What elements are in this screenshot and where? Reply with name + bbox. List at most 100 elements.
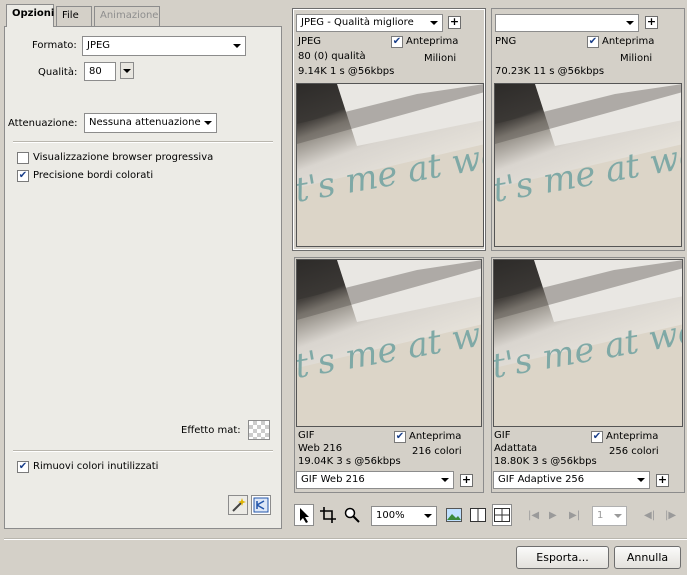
optimize-wizard-button[interactable] — [228, 495, 248, 515]
colors-text: 256 colori — [609, 446, 659, 457]
preview-pane-jpeg[interactable]: JPEG - Qualità migliore + JPEG ✔ Antepri… — [292, 8, 486, 251]
zoom-value: 100% — [376, 510, 405, 521]
chevron-down-icon — [614, 514, 622, 518]
colors-text: Milioni — [620, 53, 653, 64]
two-up-view-button[interactable] — [468, 504, 488, 526]
smoothing-value: Nessuna attenuazione — [89, 117, 201, 128]
pointer-icon — [300, 508, 309, 523]
chevron-down-icon — [123, 69, 131, 73]
previous-frame-icon[interactable]: ◀| — [644, 510, 655, 521]
divider — [13, 141, 273, 143]
preset-value: GIF Web 216 — [301, 474, 365, 485]
divider — [13, 450, 273, 452]
crop-tool[interactable] — [318, 504, 338, 526]
tab-file[interactable]: File — [56, 6, 92, 26]
format-text: PNG — [495, 36, 517, 47]
sharpen-edges-checkbox[interactable]: ✔ — [17, 170, 29, 182]
pointer-tool[interactable] — [294, 504, 314, 526]
preset-select[interactable] — [495, 14, 639, 32]
preview-label: Anteprima — [409, 431, 462, 442]
format-label: Formato: — [32, 40, 77, 51]
preset-value: JPEG - Qualità migliore — [301, 17, 414, 28]
preset-select[interactable]: GIF Web 216 — [296, 471, 454, 489]
optimize-size-icon — [253, 497, 269, 513]
preview-area: JPEG - Qualità migliore + JPEG ✔ Antepri… — [290, 6, 687, 498]
matte-label: Effetto mat: — [181, 425, 241, 436]
cancel-button[interactable]: Annulla — [614, 546, 681, 569]
size-time-text: 19.04K 3 s @56kbps — [298, 456, 401, 467]
quality-value: 80 — [89, 66, 102, 77]
chevron-down-icon — [233, 44, 241, 48]
preview-checkbox[interactable]: ✔ — [587, 36, 599, 48]
preview-image[interactable]: t's me at work — [296, 83, 484, 247]
preview-image[interactable]: t's me at work — [493, 259, 683, 427]
tab-animazione[interactable]: Animazione — [94, 6, 160, 26]
frame-select[interactable]: 1 — [592, 506, 627, 526]
first-frame-icon[interactable]: |◀ — [528, 510, 539, 521]
preview-label: Anteprima — [406, 36, 459, 47]
chevron-down-icon — [424, 514, 432, 518]
preview-checkbox[interactable]: ✔ — [394, 431, 406, 443]
chevron-down-icon — [441, 478, 449, 482]
size-time-text: 70.23K 11 s @56kbps — [495, 66, 605, 77]
format-text: GIF — [298, 430, 315, 441]
add-preset-button[interactable]: + — [645, 16, 658, 29]
format-value: JPEG — [87, 40, 111, 51]
progressive-checkbox[interactable] — [17, 152, 29, 164]
preview-pane-png[interactable]: + PNG ✔ Anteprima Milioni 70.23K 11 s @5… — [491, 8, 685, 251]
quality-input[interactable]: 80 — [84, 62, 116, 81]
two-up-icon — [470, 508, 486, 522]
crop-icon — [320, 507, 336, 523]
export-button[interactable]: Esporta... — [516, 546, 609, 569]
preview-pane-gif-web[interactable]: t's me at work GIF ✔ Anteprima Web 216 2… — [294, 257, 484, 493]
magnifier-icon — [344, 507, 360, 523]
preview-image[interactable]: t's me at work — [494, 83, 682, 247]
chevron-down-icon — [637, 478, 645, 482]
preview-checkbox[interactable]: ✔ — [591, 431, 603, 443]
quality-label: Qualità: — [38, 67, 78, 78]
original-view-button[interactable] — [444, 504, 464, 526]
optimize-size-button[interactable] — [251, 495, 271, 515]
format-select[interactable]: JPEG — [82, 36, 246, 56]
frame-value: 1 — [597, 510, 604, 521]
magic-wand-icon — [232, 498, 246, 512]
add-preset-button[interactable]: + — [460, 474, 473, 487]
next-frame-icon[interactable]: |▶ — [665, 510, 676, 521]
zoom-select[interactable]: 100% — [371, 506, 437, 526]
preset-value: GIF Adaptive 256 — [498, 474, 585, 485]
add-preset-button[interactable]: + — [656, 474, 669, 487]
size-time-text: 9.14K 1 s @56kbps — [298, 66, 395, 77]
preview-checkbox[interactable]: ✔ — [391, 36, 403, 48]
preview-label: Anteprima — [606, 431, 659, 442]
preset-select[interactable]: JPEG - Qualità migliore — [296, 14, 443, 32]
quality-dropdown-button[interactable] — [120, 62, 134, 79]
sharpen-edges-label: Precisione bordi colorati — [33, 170, 154, 181]
four-up-view-button[interactable] — [492, 504, 512, 526]
format-text: JPEG — [298, 36, 322, 47]
play-icon[interactable]: ▶ — [549, 510, 557, 521]
detail-text: 80 (0) qualità — [298, 51, 366, 62]
preset-select[interactable]: GIF Adaptive 256 — [493, 471, 650, 489]
preview-label: Anteprima — [602, 36, 655, 47]
format-text: GIF — [494, 430, 511, 441]
smoothing-select[interactable]: Nessuna attenuazione — [84, 113, 217, 133]
remove-unused-checkbox[interactable]: ✔ — [17, 461, 29, 473]
last-frame-icon[interactable]: ▶| — [569, 510, 580, 521]
image-icon — [446, 508, 462, 522]
chevron-down-icon — [626, 21, 634, 25]
size-time-text: 18.80K 3 s @56kbps — [494, 456, 597, 467]
chevron-down-icon — [204, 121, 212, 125]
zoom-tool[interactable] — [342, 504, 362, 526]
colors-text: 216 colori — [412, 446, 462, 457]
matte-swatch[interactable] — [248, 420, 270, 440]
detail-text: Web 216 — [298, 443, 343, 454]
four-up-icon — [494, 508, 510, 522]
preview-image[interactable]: t's me at work — [296, 259, 482, 427]
preview-pane-gif-adaptive[interactable]: t's me at work GIF ✔ Anteprima Adattata … — [491, 257, 685, 493]
divider — [4, 538, 687, 540]
detail-text: Adattata — [494, 443, 538, 454]
tab-opzioni[interactable]: Opzioni — [6, 4, 54, 27]
chevron-down-icon — [430, 21, 438, 25]
smoothing-label: Attenuazione: — [8, 118, 78, 129]
add-preset-button[interactable]: + — [448, 16, 461, 29]
